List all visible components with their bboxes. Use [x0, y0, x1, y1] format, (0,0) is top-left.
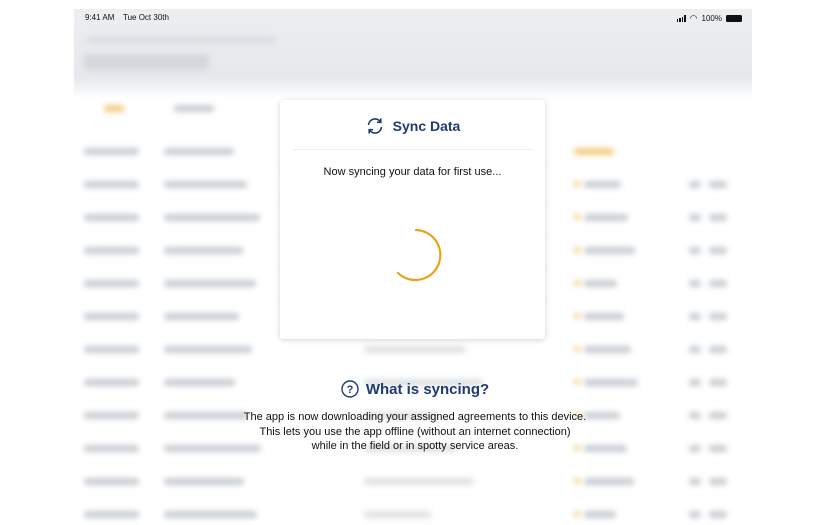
blurred-row: [74, 465, 752, 498]
info-title: What is syncing?: [365, 380, 490, 398]
loading-spinner: [396, 228, 442, 282]
status-time: 9:41 AM: [85, 13, 115, 22]
info-line: The app is now downloading your assigned…: [243, 411, 587, 423]
info-line: This lets you use the app offline (witho…: [259, 425, 571, 438]
blurred-row: [74, 498, 752, 525]
sync-data-dialog: Sync Data Now syncing your data for firs…: [280, 100, 545, 339]
battery-level: 100%: [701, 14, 722, 23]
wifi-icon: ◠: [689, 13, 698, 23]
info-section: ? What is syncing? The app is now downlo…: [240, 380, 590, 454]
divider: [292, 149, 533, 150]
help-circle-icon: ?: [341, 380, 359, 398]
battery-icon: [726, 15, 742, 22]
status-date: Tue Oct 30th: [123, 13, 169, 22]
svg-text:?: ?: [346, 384, 353, 396]
sync-icon: [367, 118, 382, 134]
sync-message: Now syncing your data for first use...: [323, 166, 502, 178]
info-line: while in the field or in spotty service …: [311, 440, 519, 452]
dialog-title: Sync Data: [392, 118, 461, 134]
signal-icon: [676, 15, 686, 22]
